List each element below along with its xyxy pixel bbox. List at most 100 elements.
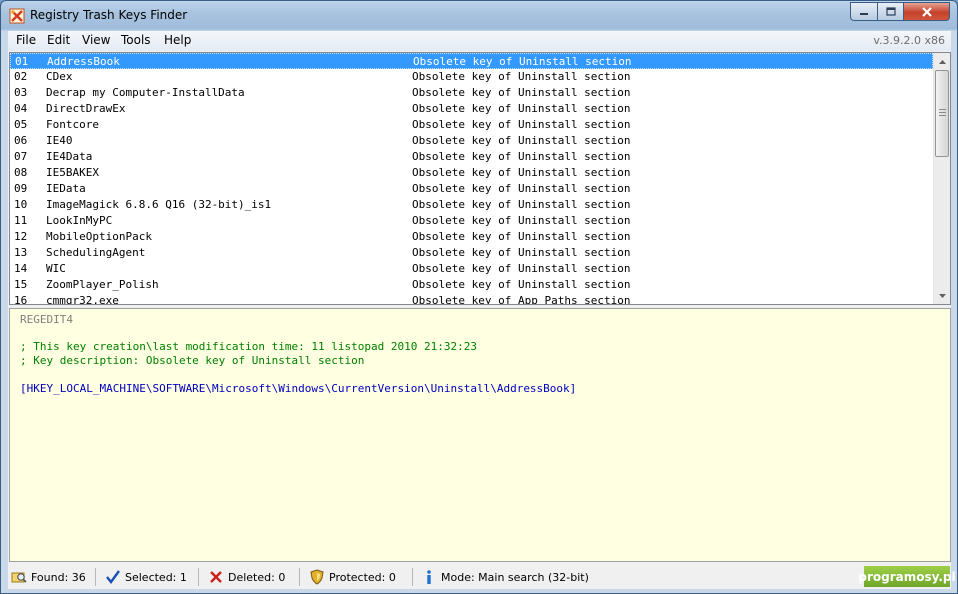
search-results-icon — [11, 569, 27, 585]
list-row[interactable]: 06 IE40 Obsolete key of Uninstall section — [10, 133, 933, 149]
scroll-down-button[interactable] — [934, 287, 950, 304]
details-panel[interactable]: REGEDIT4 ; This key creation\last modifi… — [9, 308, 951, 562]
protected-count: Protected: 0 — [329, 570, 396, 584]
list-row[interactable]: 08 IE5BAKEX Obsolete key of Uninstall sect… — [10, 165, 933, 181]
version-label: v.3.9.2.0 x86 — [873, 34, 945, 47]
row-description: Obsolete key of Uninstall section — [412, 70, 631, 83]
row-number: 11 — [14, 214, 28, 227]
scroll-thumb[interactable] — [935, 70, 949, 157]
row-description: Obsolete key of Uninstall section — [412, 278, 631, 291]
list-row[interactable]: 14 WIC Obsolete key of Uninstall section — [10, 261, 933, 277]
row-description: Obsolete key of Uninstall section — [412, 198, 631, 211]
grip-line — [939, 115, 946, 116]
row-number: 03 — [14, 86, 28, 99]
row-number: 10 — [14, 198, 28, 211]
delete-x-icon — [208, 569, 224, 585]
list-row[interactable]: 13 SchedulingAgent Obsolete key of Uninsta… — [10, 245, 933, 261]
results-list[interactable]: 01 AddressBook Obsolete key of Uninstall s… — [9, 52, 951, 305]
row-number: 05 — [14, 118, 28, 131]
title-bar[interactable]: Registry Trash Keys Finder — [1, 1, 957, 31]
vertical-scrollbar[interactable] — [933, 53, 950, 304]
row-key-name: Fontcore — [46, 118, 99, 131]
row-description: Obsolete key of Uninstall section — [412, 262, 631, 275]
status-separator — [95, 568, 96, 586]
row-description: Obsolete key of Uninstall section — [412, 182, 631, 195]
list-row[interactable]: 01 AddressBook Obsolete key of Uninstall s… — [10, 53, 933, 69]
status-separator — [299, 568, 300, 586]
close-icon — [921, 6, 932, 17]
row-key-name: WIC — [46, 262, 66, 275]
menu-tools[interactable]: Tools — [121, 33, 151, 47]
row-number: 04 — [14, 102, 28, 115]
list-row[interactable]: 05 Fontcore Obsolete key of Uninstall sect… — [10, 117, 933, 133]
row-description: Obsolete key of Uninstall section — [412, 102, 631, 115]
registry-key-path: [HKEY_LOCAL_MACHINE\SOFTWARE\Microsoft\W… — [20, 382, 577, 395]
comment-description: ; Key description: Obsolete key of Unins… — [20, 354, 365, 367]
status-deleted: Deleted: 0 — [208, 567, 285, 587]
row-number: 12 — [14, 230, 28, 243]
grip-line — [939, 112, 946, 113]
menu-view[interactable]: View — [82, 33, 110, 47]
list-row[interactable]: 16 cmmgr32.exe Obsolete key of App Paths s… — [10, 293, 933, 305]
row-number: 06 — [14, 134, 28, 147]
row-key-name: cmmgr32.exe — [46, 294, 119, 305]
regedit-header: REGEDIT4 — [20, 313, 73, 326]
scroll-up-button[interactable] — [934, 53, 950, 70]
list-row[interactable]: 12 MobileOptionPack Obsolete key of Uninst… — [10, 229, 933, 245]
row-key-name: IEData — [46, 182, 86, 195]
minimize-icon — [860, 12, 868, 15]
menu-help[interactable]: Help — [164, 33, 191, 47]
row-description: Obsolete key of Uninstall section — [412, 118, 631, 131]
row-number: 16 — [14, 294, 28, 305]
grip-line — [939, 109, 946, 110]
list-row[interactable]: 15 ZoomPlayer_Polish Obsolete key of Unins… — [10, 277, 933, 293]
row-key-name: AddressBook — [47, 55, 120, 68]
row-key-name: IE40 — [46, 134, 73, 147]
brand-watermark: programosy.pl — [858, 566, 956, 587]
list-row[interactable]: 09 IEData Obsolete key of Uninstall sectio… — [10, 181, 933, 197]
close-button[interactable] — [903, 2, 950, 21]
row-number: 14 — [14, 262, 28, 275]
minimize-button[interactable] — [850, 2, 877, 21]
app-icon[interactable] — [9, 8, 25, 24]
row-number: 02 — [14, 70, 28, 83]
menu-bar: File Edit View Tools Help v.3.9.2.0 x86 — [8, 31, 951, 51]
menu-file[interactable]: File — [16, 33, 36, 47]
status-protected: Protected: 0 — [309, 567, 396, 587]
row-number: 13 — [14, 246, 28, 259]
app-window: Registry Trash Keys Finder File Edit Vie… — [0, 0, 958, 594]
row-description: Obsolete key of Uninstall section — [412, 166, 631, 179]
list-row[interactable]: 02 CDex Obsolete key of Uninstall section — [10, 69, 933, 85]
list-row[interactable]: 03 Decrap my Computer-InstallData Obsolete… — [10, 85, 933, 101]
row-number: 09 — [14, 182, 28, 195]
row-description: Obsolete key of Uninstall section — [412, 134, 631, 147]
row-description: Obsolete key of App Paths section — [412, 294, 631, 305]
maximize-button[interactable] — [877, 2, 903, 21]
mode-label: Mode: Main search (32-bit) — [441, 570, 589, 584]
row-description: Obsolete key of Uninstall section — [412, 214, 631, 227]
row-description: Obsolete key of Uninstall section — [412, 230, 631, 243]
row-key-name: IE4Data — [46, 150, 93, 163]
maximize-icon — [885, 7, 896, 16]
row-key-name: ZoomPlayer_Polish — [46, 278, 159, 291]
row-number: 07 — [14, 150, 28, 163]
client-area: File Edit View Tools Help v.3.9.2.0 x86 … — [8, 31, 956, 589]
row-key-name: SchedulingAgent — [46, 246, 146, 259]
row-description: Obsolete key of Uninstall section — [412, 246, 631, 259]
list-row[interactable]: 11 LookInMyPC Obsolete key of Uninstall se… — [10, 213, 933, 229]
row-description: Obsolete key of Uninstall section — [412, 150, 631, 163]
row-number: 01 — [15, 55, 29, 68]
status-separator — [412, 568, 413, 586]
info-icon — [421, 569, 437, 585]
row-number: 15 — [14, 278, 28, 291]
menu-edit[interactable]: Edit — [47, 33, 70, 47]
status-bar: Found: 36 Selected: 1 Deleted: 0 Protect… — [8, 564, 956, 589]
row-number: 08 — [14, 166, 28, 179]
deleted-count: Deleted: 0 — [228, 570, 286, 584]
found-count: Found: 36 — [31, 570, 86, 584]
list-row[interactable]: 10 ImageMagick 6.8.6 Q16 (32-bit)_is1 Obso… — [10, 197, 933, 213]
list-row[interactable]: 04 DirectDrawEx Obsolete key of Uninstall … — [10, 101, 933, 117]
list-row[interactable]: 07 IE4Data Obsolete key of Uninstall secti… — [10, 149, 933, 165]
row-description: Obsolete key of Uninstall section — [413, 55, 632, 68]
row-key-name: DirectDrawEx — [46, 102, 126, 115]
